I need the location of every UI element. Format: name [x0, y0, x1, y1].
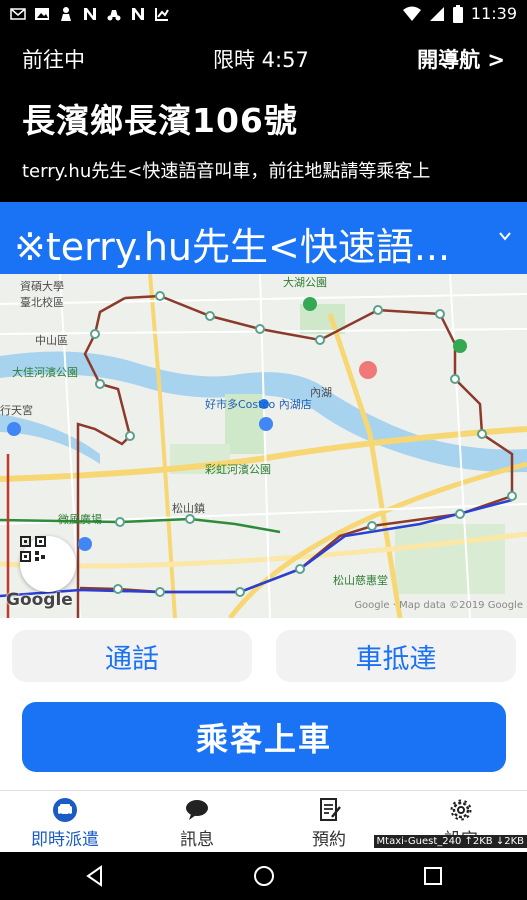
nav-dispatch-label: 即時派遣 — [31, 830, 99, 850]
nav-messages-label: 訊息 — [180, 830, 214, 850]
chevron-down-icon — [499, 232, 511, 241]
passenger-name: ※terry.hu先生<快速語... — [14, 225, 451, 269]
map-label-weidu: 微風廣場 — [58, 513, 102, 526]
bottom-navigation: 即時派遣 訊息 預約 設定 Mtaxi-Guest_240 ↑2KB ↓2KB — [0, 790, 527, 852]
status-bar: 11:39 — [0, 0, 527, 30]
trip-header: 前往中 限時 4:57 開導航 > 長濱鄉長濱106號 terry.hu先生<快… — [0, 30, 527, 202]
call-button[interactable]: 通話 — [12, 630, 252, 682]
chat-icon — [186, 800, 208, 820]
nav-reservations-label: 預約 — [312, 830, 346, 850]
open-navigation-link[interactable]: 開導航 > — [417, 44, 505, 74]
home-icon[interactable] — [252, 864, 276, 888]
map-label-dahu: 大湖公園 — [283, 276, 327, 289]
map-label-dajia: 大佳河濱公園 — [12, 366, 78, 379]
battery-icon — [452, 4, 463, 23]
map-label-songshan-station: 松山慈惠堂 — [333, 574, 388, 587]
system-status: 11:39 — [402, 4, 517, 23]
image-icon — [35, 8, 49, 20]
scooter-icon — [107, 10, 121, 21]
gear-icon — [450, 799, 472, 821]
nav-dispatch[interactable]: 即時派遣 — [10, 797, 120, 850]
system-navigation-bar — [0, 852, 527, 900]
network-debug-overlay: Mtaxi-Guest_240 ↑2KB ↓2KB — [373, 835, 527, 848]
passenger-dropdown[interactable]: ※terry.hu先生<快速語... — [0, 202, 527, 274]
recents-icon[interactable] — [421, 864, 445, 888]
qr-code-icon — [20, 536, 46, 562]
passenger-boarded-button[interactable]: 乘客上車 — [22, 702, 506, 772]
signal-icon — [429, 6, 444, 21]
trip-status: 前往中 — [22, 48, 85, 72]
map-label-tianmu: 行天宮 — [0, 404, 33, 417]
map-label-costco: 好市多Costco 內湖店 — [205, 398, 312, 411]
car-icon — [53, 798, 77, 822]
nav-messages[interactable]: 訊息 — [142, 797, 252, 850]
back-icon[interactable] — [83, 864, 107, 888]
clock: 11:39 — [470, 4, 517, 23]
speed-icon — [155, 8, 169, 21]
n-icon — [84, 8, 96, 20]
mail-icon — [10, 8, 26, 20]
map-label-songshan: 松山鎮 — [172, 502, 205, 515]
wifi-icon — [402, 6, 421, 21]
trip-note: terry.hu先生<快速語音叫車，前往地點請等乘客上 — [22, 161, 431, 182]
action-panel: 通話 車抵達 乘客上車 — [0, 618, 527, 790]
map-label-zhongshan: 中山區 — [35, 334, 68, 347]
map-label-neihu: 內湖 — [310, 386, 332, 399]
person-icon — [61, 7, 71, 21]
map-view[interactable]: 資碩大學 臺北校區 中山區 大佳河濱公園 行天宮 好市多Costco 內湖店 彩虹… — [0, 274, 527, 618]
countdown-timer: 限時 4:57 — [213, 48, 309, 72]
arrived-button[interactable]: 車抵達 — [276, 630, 516, 682]
map-canvas — [0, 274, 527, 618]
google-logo: Google — [6, 590, 73, 610]
n-icon — [132, 8, 144, 20]
map-attribution: Google · Map data ©2019 Google — [354, 600, 523, 611]
nav-reservations[interactable]: 預約 — [274, 797, 384, 850]
notification-icons — [10, 6, 170, 22]
qr-code-button[interactable] — [20, 536, 76, 592]
destination-address: 長濱鄉長濱106號 — [22, 101, 298, 140]
map-label-school: 資碩大學 臺北校區 — [20, 280, 64, 309]
document-edit-icon — [320, 798, 341, 821]
map-label-caihong: 彩虹河濱公園 — [205, 463, 271, 476]
